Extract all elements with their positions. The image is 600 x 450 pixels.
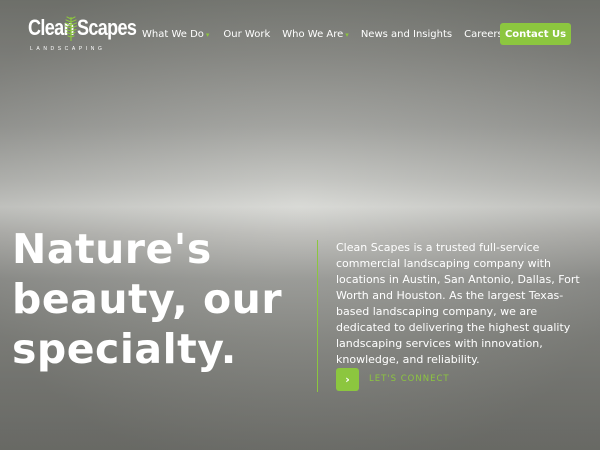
hero-description: Clean Scapes is a trusted full-service c… <box>336 241 580 366</box>
hero-divider <box>317 240 318 392</box>
nav-item-news-and-insights[interactable]: News and Insights <box>361 29 452 40</box>
main-nav: What We Do ▾ Our Work Who We Are ▾ News … <box>142 26 508 42</box>
logo-word-scapes: Scapes <box>77 15 137 40</box>
nav-item-label: Careers <box>464 28 503 40</box>
chevron-down-icon: ▾ <box>345 31 349 39</box>
nav-item-who-we-are[interactable]: Who We Are ▾ <box>282 29 349 40</box>
clean-scapes-logo[interactable]: Clean Scapes LANDSCAPING <box>28 14 137 56</box>
nav-item-label: Who We Are <box>282 28 344 40</box>
logo-tagline: LANDSCAPING <box>30 46 106 52</box>
lets-connect-label: LET'S CONNECT <box>369 374 450 384</box>
chevron-right-icon[interactable]: › <box>336 367 359 391</box>
hero-title: Nature's beauty, our specialty. <box>12 224 302 374</box>
fern-leaf-icon <box>64 16 78 41</box>
nav-item-label: News and Insights <box>360 28 453 40</box>
nav-item-our-work[interactable]: Our Work <box>223 29 270 40</box>
nav-item-label: What We Do <box>142 28 204 40</box>
site-header: Clean Scapes LANDSCAPING What We Do ▾ Ou… <box>0 0 600 68</box>
contact-us-button[interactable]: Contact Us <box>500 23 571 45</box>
hero-title-line: Nature's <box>12 225 212 273</box>
lets-connect-link[interactable]: › LET'S CONNECT <box>336 367 450 391</box>
hero-title-line: beauty, our <box>12 275 283 323</box>
chevron-down-icon: ▾ <box>205 31 210 39</box>
nav-item-label: Our Work <box>223 28 271 40</box>
nav-item-what-we-do[interactable]: What We Do ▾ <box>142 29 209 40</box>
hero-title-line: specialty. <box>12 325 237 373</box>
